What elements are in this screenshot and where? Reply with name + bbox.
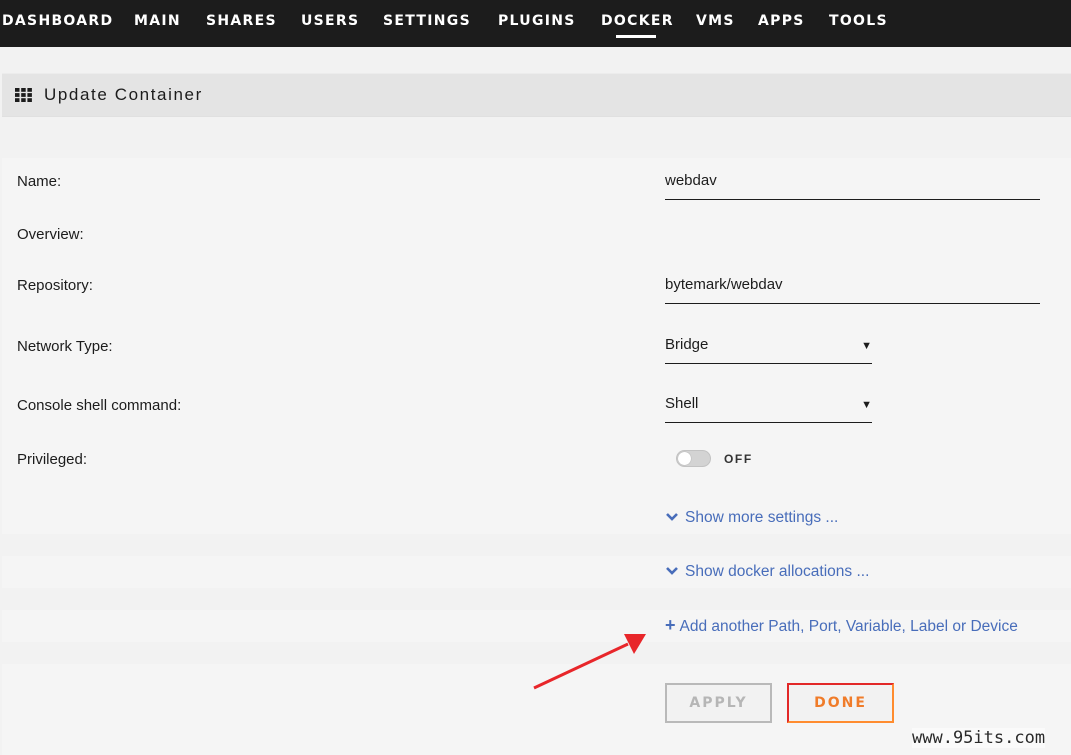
overview-label: Overview: — [17, 226, 84, 243]
dropdown-arrow-icon: ▼ — [861, 399, 872, 411]
repository-input[interactable]: bytemark/webdav — [665, 274, 1040, 304]
name-input[interactable]: webdav — [665, 170, 1040, 200]
nav-docker[interactable]: DOCKER — [601, 13, 674, 29]
console-shell-label: Console shell command: — [17, 397, 182, 414]
show-docker-allocations-text: Show docker allocations ... — [685, 563, 870, 580]
repository-label: Repository: — [17, 277, 93, 294]
nav-plugins[interactable]: PLUGINS — [498, 13, 576, 29]
name-label: Name: — [17, 173, 62, 190]
toggle-knob — [678, 452, 691, 465]
nav-tools[interactable]: TOOLS — [829, 13, 888, 29]
grid-icon — [15, 88, 32, 102]
annotation-arrow-icon — [533, 634, 646, 690]
nav-main[interactable]: MAIN — [134, 13, 181, 29]
network-type-label: Network Type: — [17, 338, 113, 355]
chevron-down-icon — [666, 567, 678, 575]
nav-vms[interactable]: VMS — [696, 13, 735, 29]
show-docker-allocations-link[interactable]: Show docker allocations ... — [665, 563, 869, 581]
chevron-down-icon — [666, 513, 678, 521]
active-nav-indicator — [616, 35, 656, 38]
show-more-settings-text: Show more settings ... — [685, 509, 839, 526]
nav-settings[interactable]: SETTINGS — [383, 13, 471, 29]
top-navigation: DASHBOARD MAIN SHARES USERS SETTINGS PLU… — [0, 0, 1071, 47]
apply-button[interactable]: APPLY — [665, 683, 772, 723]
dropdown-arrow-icon: ▼ — [861, 340, 872, 352]
add-another-config-text: Add another Path, Port, Variable, Label … — [679, 618, 1018, 635]
console-shell-select[interactable]: Shell ▼ — [665, 393, 872, 423]
nav-apps[interactable]: APPS — [758, 13, 805, 29]
nav-users[interactable]: USERS — [301, 13, 359, 29]
network-type-value: Bridge — [665, 336, 709, 353]
console-shell-value: Shell — [665, 395, 699, 412]
page-title: Update Container — [44, 85, 203, 104]
settings-panel — [2, 158, 1071, 534]
privileged-label: Privileged: — [17, 451, 88, 468]
watermark: www.95its.com — [912, 728, 1046, 748]
network-type-select[interactable]: Bridge ▼ — [665, 334, 872, 364]
allocations-panel — [2, 556, 1071, 588]
nav-shares[interactable]: SHARES — [206, 13, 277, 29]
privileged-state: OFF — [724, 452, 753, 466]
plus-icon: + — [665, 615, 676, 635]
show-more-settings-link[interactable]: Show more settings ... — [665, 509, 838, 527]
nav-dashboard[interactable]: DASHBOARD — [2, 13, 113, 29]
done-button[interactable]: DONE — [787, 683, 894, 723]
privileged-toggle[interactable] — [676, 450, 711, 467]
add-another-config-link[interactable]: + Add another Path, Port, Variable, Label… — [665, 615, 1018, 636]
